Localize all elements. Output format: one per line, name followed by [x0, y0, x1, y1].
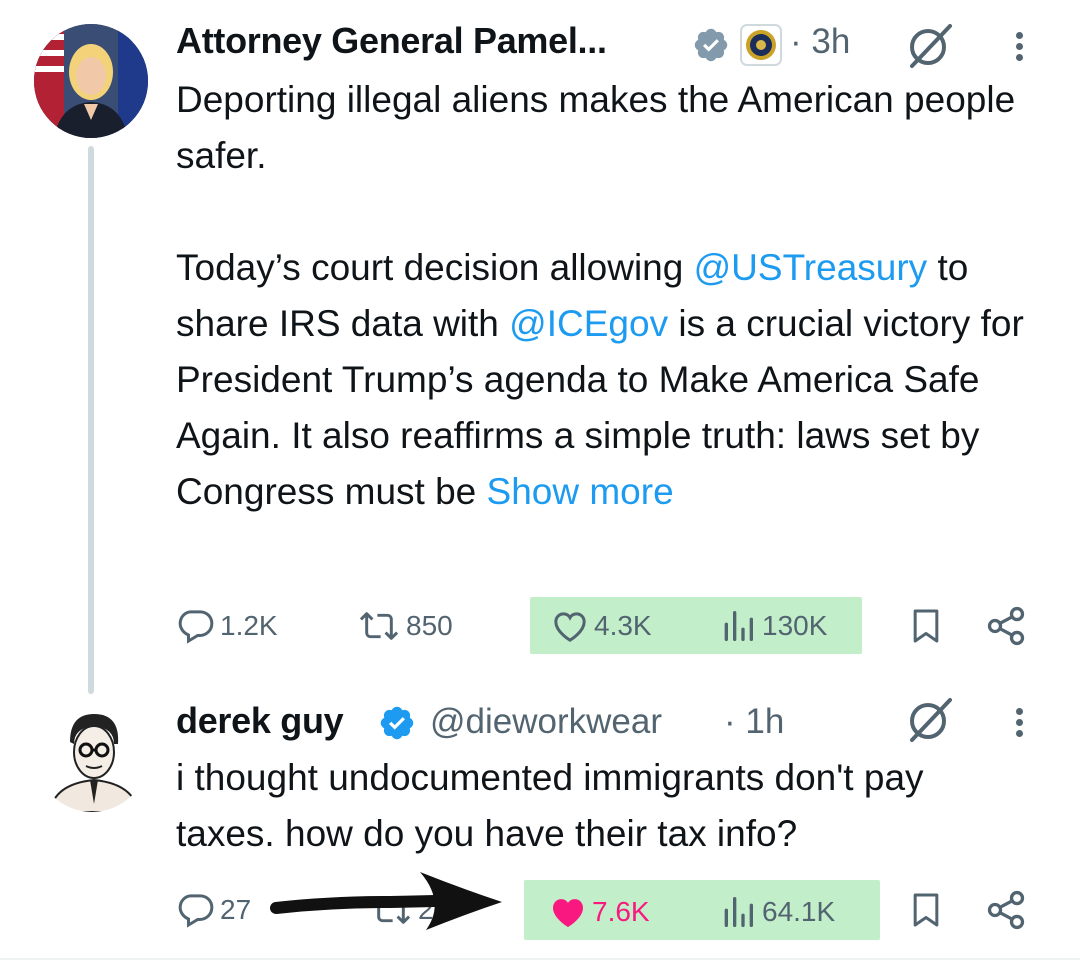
thread-connector-line — [88, 146, 94, 694]
like-icon — [554, 612, 586, 642]
verified-badge-icon — [694, 28, 728, 62]
views-count: 64.1K — [762, 896, 836, 927]
mention-ustreasury-link[interactable]: @USTreasury — [694, 247, 928, 288]
reply-count: 27 — [220, 894, 252, 925]
bookmark-icon[interactable] — [906, 606, 946, 646]
mention-icegov-link[interactable]: @ICEgov — [509, 303, 668, 344]
like-count: 7.6K — [592, 896, 650, 927]
like-count: 4.3K — [594, 610, 652, 641]
tweet1-time[interactable]: · 3h — [790, 22, 850, 62]
like-button[interactable]: 4.3K — [550, 606, 652, 646]
avatar-image — [36, 700, 148, 812]
repost-button[interactable]: 850 — [356, 606, 453, 646]
show-more-link[interactable]: Show more — [487, 471, 674, 512]
grok-icon[interactable] — [904, 694, 956, 746]
share-icon[interactable] — [984, 888, 1028, 932]
avatar-derek-guy[interactable] — [36, 700, 148, 812]
tweet1-text-intro: Deporting illegal aliens makes the Ameri… — [176, 79, 1026, 176]
reply-button[interactable]: 27 — [176, 890, 251, 930]
like-button[interactable]: 7.6K — [548, 892, 650, 932]
reply-icon — [178, 894, 214, 928]
views-count: 130K — [762, 610, 828, 641]
views-button[interactable]: 130K — [718, 606, 827, 646]
avatar-attorney-general[interactable] — [34, 24, 148, 138]
more-icon[interactable] — [1016, 28, 1023, 65]
tweet1-text-body: Today’s court decision allowing @USTreas… — [176, 240, 1051, 520]
tweet1-text-segment: Today’s court decision allowing — [176, 247, 694, 288]
repost-icon — [359, 612, 399, 640]
reply-icon — [178, 610, 214, 644]
reply-count: 1.2K — [220, 610, 278, 641]
views-icon — [724, 611, 753, 641]
tweet1-display-name[interactable]: Attorney General Pamel... — [176, 20, 607, 62]
verified-badge-icon — [380, 706, 414, 740]
bottom-divider — [0, 958, 1080, 960]
views-button[interactable]: 64.1K — [718, 892, 835, 932]
grok-icon[interactable] — [904, 20, 956, 72]
views-icon — [724, 897, 753, 927]
tweet2-display-name[interactable]: derek guy — [176, 700, 344, 742]
more-icon[interactable] — [1016, 704, 1023, 741]
reply-button[interactable]: 1.2K — [176, 606, 278, 646]
repost-count: 850 — [406, 610, 453, 641]
bookmark-icon[interactable] — [906, 890, 946, 930]
tweet2-text: i thought undocumented immigrants don't … — [176, 757, 934, 854]
like-icon — [553, 899, 583, 927]
share-icon[interactable] — [984, 604, 1028, 648]
drawn-arrow-annotation — [270, 872, 502, 930]
tweet2-time[interactable]: · 1h — [724, 702, 784, 742]
tweet2-handle[interactable]: @dieworkwear — [430, 702, 662, 742]
avatar-image — [34, 24, 148, 138]
doj-seal-icon — [740, 24, 782, 66]
